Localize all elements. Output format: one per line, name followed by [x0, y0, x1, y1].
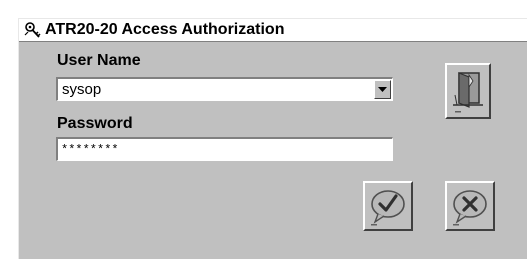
username-value[interactable]: sysop: [62, 81, 101, 98]
access-authorization-window: ATR20-20 Access Authorization User Name …: [18, 18, 527, 259]
dropdown-arrow-icon: [378, 87, 387, 92]
password-field[interactable]: ********: [56, 137, 393, 161]
dropdown-button[interactable]: [374, 80, 391, 99]
username-combobox[interactable]: sysop: [56, 77, 393, 101]
exit-door-icon: [453, 72, 483, 113]
title-bar: ATR20-20 Access Authorization: [19, 19, 527, 42]
exit-door-button[interactable]: [445, 63, 491, 119]
cancel-x-icon: [453, 190, 487, 226]
username-label: User Name: [57, 52, 141, 69]
password-value[interactable]: ********: [61, 143, 119, 157]
checkmark-icon: [371, 190, 405, 226]
ok-button[interactable]: [363, 181, 413, 231]
window-title: ATR20-20 Access Authorization: [45, 21, 285, 38]
cancel-button[interactable]: [445, 181, 495, 231]
key-icon: [23, 21, 43, 39]
password-label: Password: [57, 115, 133, 132]
